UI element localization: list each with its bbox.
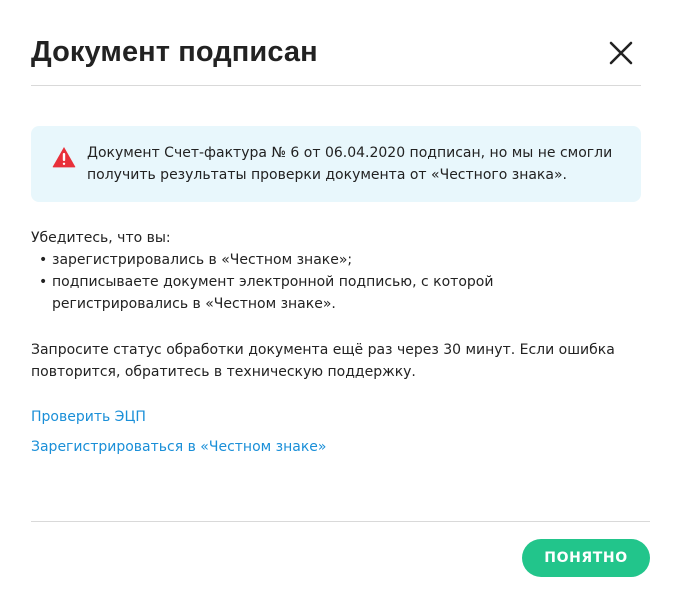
list-item-text: подписываете документ электронной подпис… — [52, 274, 494, 312]
alert-message: Документ Счет-фактура № 6 от 06.04.2020 … — [87, 145, 613, 183]
close-icon — [609, 41, 633, 65]
warning-triangle-icon — [52, 147, 76, 168]
checklist-list: • зарегистрировались в «Честном знаке»; … — [31, 249, 631, 315]
dialog-title: Документ подписан — [31, 36, 318, 68]
list-item-text: зарегистрировались в «Честном знаке»; — [52, 252, 353, 268]
footer-divider — [31, 521, 650, 522]
list-item: • подписываете документ электронной подп… — [31, 271, 631, 315]
check-signature-link[interactable]: Проверить ЭЦП — [31, 406, 146, 428]
register-link[interactable]: Зарегистрироваться в «Честном знаке» — [31, 436, 326, 458]
document-signed-dialog: Документ подписан Документ Счет-фактура … — [0, 0, 673, 601]
retry-notice: Запросите статус обработки документа ещё… — [31, 342, 615, 380]
list-item: • зарегистрировались в «Честном знаке»; — [31, 249, 631, 271]
checklist: Убедитесь, что вы: • зарегистрировались … — [31, 227, 631, 315]
header-divider — [31, 85, 641, 86]
close-button[interactable] — [604, 36, 638, 70]
bullet: • — [39, 252, 48, 268]
checklist-intro: Убедитесь, что вы: — [31, 230, 171, 246]
warning-alert: Документ Счет-фактура № 6 от 06.04.2020 … — [31, 126, 641, 202]
ok-button[interactable]: ПОНЯТНО — [522, 539, 650, 577]
bullet: • — [39, 274, 48, 290]
